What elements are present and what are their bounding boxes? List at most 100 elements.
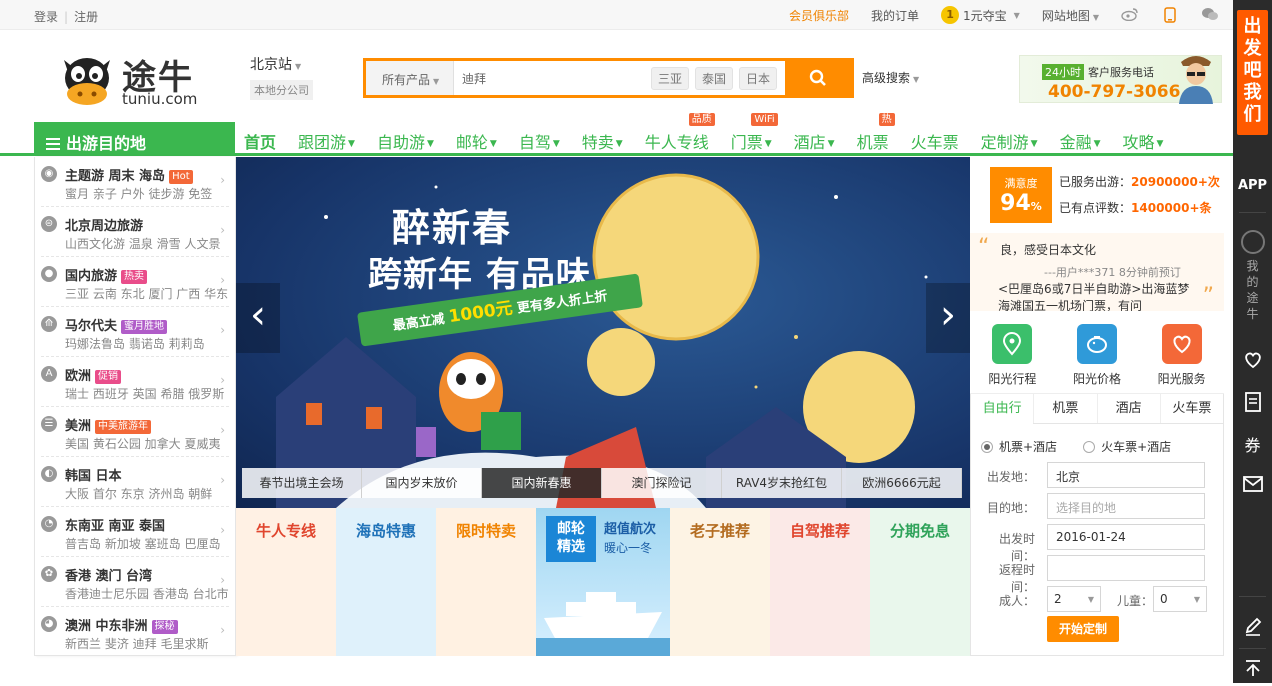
tuniu-logo[interactable]: 途牛 tuniu.com <box>60 50 210 112</box>
coupon-link[interactable]: 券 <box>1233 426 1272 462</box>
my-orders-link[interactable]: 我的订单 <box>871 7 919 24</box>
destination-subitems[interactable]: 美国 黄石公园 加拿大 夏威夷 <box>65 435 220 452</box>
nav-item[interactable]: 金融 ▼ <box>1060 122 1101 156</box>
chevron-down-icon: ▼ <box>1030 139 1038 149</box>
to-field[interactable]: 选择目的地 <box>1047 493 1205 519</box>
mobile-icon[interactable] <box>1161 7 1179 23</box>
tab-free-travel[interactable]: 自由行 <box>971 394 1034 424</box>
children-select[interactable]: 0 ▼ <box>1153 586 1207 612</box>
nav-item[interactable]: 特卖 ▼ <box>582 122 623 156</box>
nav-item[interactable]: 定制游 ▼ <box>981 122 1038 156</box>
cruise-promo-tile[interactable]: 邮轮 精选 超值航次 暖心一冬 <box>536 508 670 656</box>
sunshine-service[interactable]: 阳光服务 <box>1147 318 1217 393</box>
destination-subitems[interactable]: 瑞士 西班牙 英国 希腊 俄罗斯 <box>65 385 224 402</box>
sunshine-price[interactable]: 阳光价格 <box>1062 318 1132 393</box>
edit-feedback-icon[interactable] <box>1233 608 1272 644</box>
vip-club-link[interactable]: 会员俱乐部 <box>789 7 849 24</box>
destination-item[interactable]: ◔ 东南亚 南亚 泰国 普吉岛 新加坡 塞班岛 巴厘岛 › <box>35 507 235 557</box>
hero-banner[interactable]: 醉新春 跨新年 有品味 最高立减 1000元 更有多人折上折 ‹ › 春节出境主… <box>236 157 970 508</box>
banner-tab[interactable]: 国内岁末放价 <box>362 468 482 498</box>
depart-date-field[interactable]: 2016-01-24 <box>1047 524 1205 550</box>
promo-tile[interactable]: 自驾推荐 <box>770 508 870 656</box>
banner-tab[interactable]: 澳门探险记 <box>602 468 722 498</box>
nav-item[interactable]: 酒店 ▼ <box>794 122 835 156</box>
radio-flight-hotel[interactable]: 机票+酒店 <box>981 438 1057 455</box>
vertical-char: 发 <box>1243 38 1262 59</box>
nav-item[interactable]: 门票 ▼ WiFi <box>731 113 778 156</box>
nav-item[interactable]: 首页 <box>244 122 276 156</box>
promo-tile[interactable]: 老子推荐 <box>670 508 770 656</box>
my-tuniu-link[interactable]: 我的途牛 <box>1233 224 1272 334</box>
banner-tab[interactable]: RAV4岁末抢红包 <box>722 468 842 498</box>
station-selector[interactable]: 北京站 ▼ 本地分公司 <box>250 54 313 100</box>
banner-tab[interactable]: 欧洲6666元起 <box>842 468 962 498</box>
promo-tile[interactable]: 分期免息 <box>870 508 970 656</box>
app-download-link[interactable]: APP <box>1233 178 1272 193</box>
search-tag[interactable]: 泰国 <box>694 66 733 90</box>
banner-tab[interactable]: 国内新春惠 <box>482 468 602 498</box>
destination-item[interactable]: ✿ 香港 澳门 台湾 香港迪士尼乐园 香港岛 台北市 › <box>35 557 235 607</box>
nav-item[interactable]: 攻略 ▼ <box>1123 122 1164 156</box>
recent-review[interactable]: “ 良，感受日本文化 ---用户***371 8分钟前预订 <巴厘岛6或7日半自… <box>970 233 1224 311</box>
destination-item[interactable]: ◐ 韩国 日本 大阪 首尔 东京 济州岛 朝鲜 › <box>35 457 235 507</box>
promo-vertical-banner[interactable]: 出发吧我们 <box>1237 10 1268 135</box>
nav-item[interactable]: 机票 热 <box>857 113 895 156</box>
site-map-link[interactable]: 网站地图 ▼ <box>1042 7 1099 24</box>
destination-item[interactable]: ◉ 主题游 周末 海岛 Hot 蜜月 亲子 户外 徒步游 免签 › <box>35 157 235 207</box>
destination-subitems[interactable]: 蜜月 亲子 户外 徒步游 免签 <box>65 185 212 202</box>
nav-item[interactable]: 自驾 ▼ <box>519 122 560 156</box>
destination-item[interactable]: ● 国内旅游 热卖 三亚 云南 东北 厦门 广西 华东 › <box>35 257 235 307</box>
banner-next-button[interactable]: › <box>926 283 970 353</box>
search-tag[interactable]: 三亚 <box>650 66 689 90</box>
destination-subitems[interactable]: 新西兰 斐济 迪拜 毛里求斯 <box>65 635 208 652</box>
weibo-icon[interactable] <box>1121 7 1139 23</box>
destination-subitems[interactable]: 普吉岛 新加坡 塞班岛 巴厘岛 <box>65 535 220 552</box>
destination-subitems[interactable]: 大阪 首尔 东京 济州岛 朝鲜 <box>65 485 212 502</box>
nav-item[interactable]: 邮轮 ▼ <box>456 122 497 156</box>
wechat-icon[interactable] <box>1201 7 1219 23</box>
nav-item[interactable]: 跟团游 ▼ <box>298 122 355 156</box>
coin-treasure-link[interactable]: 1 1元夺宝 ▼ <box>941 6 1020 24</box>
banner-prev-button[interactable]: ‹ <box>236 283 280 353</box>
destination-item[interactable]: ⟰ 马尔代夫 蜜月胜地 玛娜法鲁岛 翡诺岛 莉莉岛 › <box>35 307 235 357</box>
mail-icon[interactable] <box>1233 466 1272 502</box>
destination-subitems[interactable]: 香港迪士尼乐园 香港岛 台北市 <box>65 585 229 602</box>
nav-item[interactable]: 自助游 ▼ <box>377 122 434 156</box>
advanced-search-link[interactable]: 高级搜索 ▼ <box>862 69 919 86</box>
nav-item-label: 自助游 <box>376 133 425 152</box>
promo-tile[interactable]: 限时特卖 <box>436 508 536 656</box>
promo-tile[interactable]: 海岛特惠 <box>336 508 436 656</box>
back-to-top-icon[interactable] <box>1233 650 1272 686</box>
register-link[interactable]: 注册 <box>74 10 98 24</box>
chevron-right-icon: › <box>220 173 225 187</box>
search-button[interactable] <box>785 61 851 95</box>
destination-subitems[interactable]: 山西文化游 温泉 滑雪 人文景 <box>65 235 220 252</box>
login-link[interactable]: 登录 <box>34 10 58 24</box>
favorites-heart-icon[interactable] <box>1233 342 1272 378</box>
search-category-select[interactable]: 所有产品 ▼ <box>366 61 454 95</box>
service-hotline: 24小时 客户服务电话 400-797-3066 <box>1019 55 1222 104</box>
tab-flights[interactable]: 机票 <box>1033 394 1096 423</box>
tab-hotels[interactable]: 酒店 <box>1096 394 1160 423</box>
nav-item[interactable]: 牛人专线 品质 <box>645 113 715 156</box>
destinations-menu-button[interactable]: 出游目的地 <box>34 122 235 156</box>
search-input[interactable] <box>454 61 651 95</box>
start-custom-button[interactable]: 开始定制 <box>1047 616 1119 642</box>
from-field[interactable]: 北京 <box>1047 462 1205 488</box>
orders-document-icon[interactable] <box>1233 384 1272 420</box>
banner-tab[interactable]: 春节出境主会场 <box>242 468 362 498</box>
destination-item[interactable]: A 欧洲 促销 瑞士 西班牙 英国 希腊 俄罗斯 › <box>35 357 235 407</box>
destination-item[interactable]: ⊜ 北京周边旅游 山西文化游 温泉 滑雪 人文景 › <box>35 207 235 257</box>
sunshine-itinerary[interactable]: 阳光行程 <box>977 318 1047 393</box>
destination-item[interactable]: ☰ 美洲 中美旅游年 美国 黄石公园 加拿大 夏威夷 › <box>35 407 235 457</box>
radio-train-hotel[interactable]: 火车票+酒店 <box>1083 438 1171 455</box>
destination-item[interactable]: ◕ 澳洲 中东非洲 探秘 新西兰 斐济 迪拜 毛里求斯 › <box>35 607 235 657</box>
search-tag[interactable]: 日本 <box>738 66 777 90</box>
tab-trains[interactable]: 火车票 <box>1159 394 1223 423</box>
destination-subitems[interactable]: 玛娜法鲁岛 翡诺岛 莉莉岛 <box>65 335 205 352</box>
promo-tile[interactable]: 牛人专线 <box>236 508 336 656</box>
destination-subitems[interactable]: 三亚 云南 东北 厦门 广西 华东 <box>65 285 228 302</box>
return-date-field[interactable] <box>1047 555 1205 581</box>
adults-select[interactable]: 2 ▼ <box>1047 586 1101 612</box>
nav-item[interactable]: 火车票 <box>911 122 959 156</box>
